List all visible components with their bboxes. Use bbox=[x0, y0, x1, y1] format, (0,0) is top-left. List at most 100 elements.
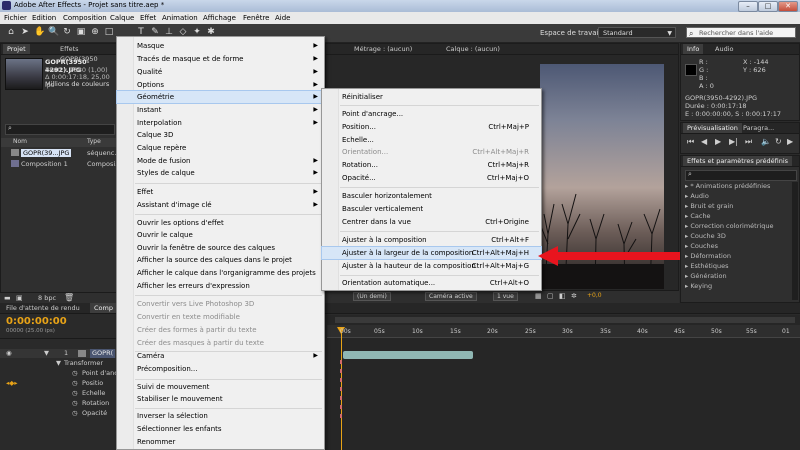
work-area-bar[interactable] bbox=[335, 317, 795, 323]
tab-paragraph[interactable]: Paragra... bbox=[739, 123, 778, 133]
trash-icon[interactable]: 🗑 bbox=[64, 293, 74, 302]
list-item[interactable]: ▸ Audio bbox=[681, 192, 799, 202]
menu-effet[interactable]: Effet bbox=[140, 14, 156, 22]
menu-item-options-effet[interactable]: Ouvrir les options d'effet bbox=[117, 217, 324, 229]
submenu-item-basculer-v[interactable]: Basculer verticalement bbox=[322, 203, 541, 215]
menu-composition[interactable]: Composition bbox=[63, 14, 107, 22]
list-item[interactable]: ▸ * Animations prédéfinies bbox=[681, 182, 799, 192]
ram-preview-icon[interactable]: ▶ bbox=[787, 137, 793, 146]
close-button[interactable]: ✕ bbox=[778, 1, 798, 12]
keyframe-nav-icon[interactable]: ◂◆▸ bbox=[6, 379, 18, 388]
submenu-item-opacite[interactable]: Opacité... Ctrl+Maj+O bbox=[322, 172, 541, 184]
rotate-tool-icon[interactable]: ↻ bbox=[62, 27, 72, 38]
list-item[interactable]: ▸ Génération bbox=[681, 272, 799, 282]
list-item[interactable]: ▸ Bruit et grain bbox=[681, 202, 799, 212]
column-name[interactable]: Nom bbox=[13, 138, 27, 145]
menu-item-effet[interactable]: Effet ▶ bbox=[117, 186, 324, 198]
menu-item-mode-fusion[interactable]: Mode de fusion ▶ bbox=[117, 155, 324, 167]
submenu-item-reinitialiser[interactable]: Réinitialiser bbox=[322, 91, 541, 103]
folder-icon[interactable]: ▬ bbox=[4, 294, 11, 302]
home-icon[interactable]: ⌂ bbox=[6, 27, 16, 38]
last-frame-icon[interactable]: ⏭ bbox=[745, 137, 752, 147]
resolution-select[interactable]: (Un demi) bbox=[353, 292, 391, 301]
tab-footage[interactable]: Métrage : (aucun) bbox=[350, 44, 416, 54]
tab-preview[interactable]: Prévisualisation bbox=[683, 123, 742, 133]
column-type[interactable]: Type bbox=[87, 138, 101, 145]
list-item[interactable]: ▸ Esthétiques bbox=[681, 262, 799, 272]
submenu-item-centrer[interactable]: Centrer dans la vue Ctrl+Origine bbox=[322, 216, 541, 228]
zoom-tool-icon[interactable]: 🔍 bbox=[48, 27, 59, 38]
submenu-item-basculer-h[interactable]: Basculer horizontalement bbox=[322, 190, 541, 202]
menu-item-styles-calque[interactable]: Styles de calque ▶ bbox=[117, 167, 324, 179]
audio-icon[interactable]: 🔈 bbox=[761, 137, 771, 146]
minimize-button[interactable]: – bbox=[738, 1, 758, 12]
views-select[interactable]: 1 vue bbox=[493, 292, 518, 301]
menu-item-selectionner-enfants[interactable]: Sélectionner les enfants bbox=[117, 423, 324, 435]
camera-select[interactable]: Caméra active bbox=[425, 292, 477, 301]
maximize-button[interactable]: □ bbox=[758, 1, 778, 12]
menu-item-renommer[interactable]: Renommer bbox=[117, 436, 324, 448]
menu-item-precomposition[interactable]: Précomposition... bbox=[117, 363, 324, 375]
menu-item-ouvrir-calque[interactable]: Ouvrir le calque bbox=[117, 229, 324, 241]
menu-animation[interactable]: Animation bbox=[162, 14, 198, 22]
menu-item-erreurs-expression[interactable]: Afficher les erreurs d'expression bbox=[117, 280, 324, 292]
exposure-value[interactable]: +0,0 bbox=[587, 292, 602, 299]
tab-info[interactable]: Info bbox=[683, 44, 704, 54]
menu-item-traces[interactable]: Tracés de masque et de forme ▶ bbox=[117, 53, 324, 65]
list-item[interactable]: ▸ Correction colorimétrique bbox=[681, 222, 799, 232]
list-item[interactable]: Composition 1 Composi... bbox=[1, 159, 121, 169]
menu-fenetre[interactable]: Fenêtre bbox=[243, 14, 269, 22]
menu-item-qualite[interactable]: Qualité ▶ bbox=[117, 66, 324, 78]
menu-item-camera[interactable]: Caméra ▶ bbox=[117, 350, 324, 362]
workspace-select[interactable]: Standard ▼ bbox=[598, 27, 676, 38]
submenu-item-orientation-auto[interactable]: Orientation automatique... Ctrl+Alt+O bbox=[322, 277, 541, 289]
expand-triangle-icon[interactable]: ▼ bbox=[56, 359, 61, 368]
list-item[interactable]: GOPR(39...JPG séquenc... bbox=[1, 148, 121, 158]
tab-composition[interactable]: Comp bbox=[90, 303, 117, 313]
timeline-graph-area[interactable] bbox=[327, 315, 800, 450]
list-item[interactable]: ▸ Keying bbox=[681, 282, 799, 292]
menu-item-interpolation[interactable]: Interpolation ▶ bbox=[117, 117, 324, 129]
menu-item-instant[interactable]: Instant ▶ bbox=[117, 104, 324, 116]
bit-depth[interactable]: 8 bpc bbox=[38, 294, 56, 302]
menu-fichier[interactable]: Fichier bbox=[4, 14, 27, 22]
region-icon[interactable]: ▢ bbox=[547, 292, 554, 300]
menu-item-calque-3d[interactable]: Calque 3D bbox=[117, 129, 324, 141]
list-item[interactable]: ▸ Cache bbox=[681, 212, 799, 222]
eye-icon[interactable]: ◉ bbox=[6, 349, 12, 358]
menu-aide[interactable]: Aide bbox=[275, 14, 290, 22]
submenu-item-position[interactable]: Position... Ctrl+Maj+P bbox=[322, 121, 541, 133]
menu-item-masque[interactable]: Masque ▶ bbox=[117, 40, 324, 52]
prev-frame-icon[interactable]: ◀ bbox=[701, 137, 707, 146]
first-frame-icon[interactable]: ⏮ bbox=[687, 137, 694, 147]
exposure-icon[interactable]: ✲ bbox=[571, 292, 577, 300]
expand-triangle-icon[interactable]: ▼ bbox=[44, 349, 49, 358]
menu-item-suivi-mouvement[interactable]: Suivi de mouvement bbox=[117, 381, 324, 393]
submenu-item-rotation[interactable]: Rotation... Ctrl+Maj+R bbox=[322, 159, 541, 171]
list-item[interactable]: ▸ Couches bbox=[681, 242, 799, 252]
stopwatch-icon[interactable]: ◷ bbox=[72, 369, 78, 378]
tab-render-queue[interactable]: File d'attente de rendu bbox=[2, 303, 84, 313]
tab-layer[interactable]: Calque : (aucun) bbox=[442, 44, 504, 54]
next-frame-icon[interactable]: ▶| bbox=[729, 137, 738, 146]
layer-name[interactable]: GOPR( bbox=[90, 349, 116, 358]
menu-calque[interactable]: Calque bbox=[110, 14, 134, 22]
new-composition-icon[interactable]: ▣ bbox=[16, 294, 23, 302]
menu-item-stabiliser[interactable]: Stabiliser le mouvement bbox=[117, 393, 324, 405]
menu-item-options[interactable]: Options ▶ bbox=[117, 79, 324, 91]
pan-behind-tool-icon[interactable]: ⊕ bbox=[90, 27, 100, 38]
menu-affichage[interactable]: Affichage bbox=[203, 14, 236, 22]
stopwatch-icon[interactable]: ◷ bbox=[72, 389, 78, 398]
submenu-item-ajuster-largeur[interactable]: Ajuster à la largeur de la composition Ct… bbox=[321, 246, 542, 260]
loop-icon[interactable]: ↻ bbox=[775, 137, 782, 146]
list-item[interactable]: ▸ Déformation bbox=[681, 252, 799, 262]
submenu-item-point-ancrage[interactable]: Point d'ancrage... bbox=[322, 108, 541, 120]
stopwatch-icon[interactable]: ◷ bbox=[72, 399, 78, 408]
menu-edition[interactable]: Edition bbox=[32, 14, 56, 22]
help-search-input[interactable]: ⌕ Rechercher dans l'aide bbox=[686, 27, 796, 38]
menu-item-assistant[interactable]: Assistant d'image clé ▶ bbox=[117, 199, 324, 211]
menu-item-organigramme[interactable]: Afficher le calque dans l'organigramme d… bbox=[117, 267, 324, 279]
menu-item-source-projet[interactable]: Afficher la source des calques dans le p… bbox=[117, 254, 324, 266]
hand-tool-icon[interactable]: ✋ bbox=[34, 27, 45, 38]
toggle-icon[interactable]: ◧ bbox=[559, 292, 566, 300]
